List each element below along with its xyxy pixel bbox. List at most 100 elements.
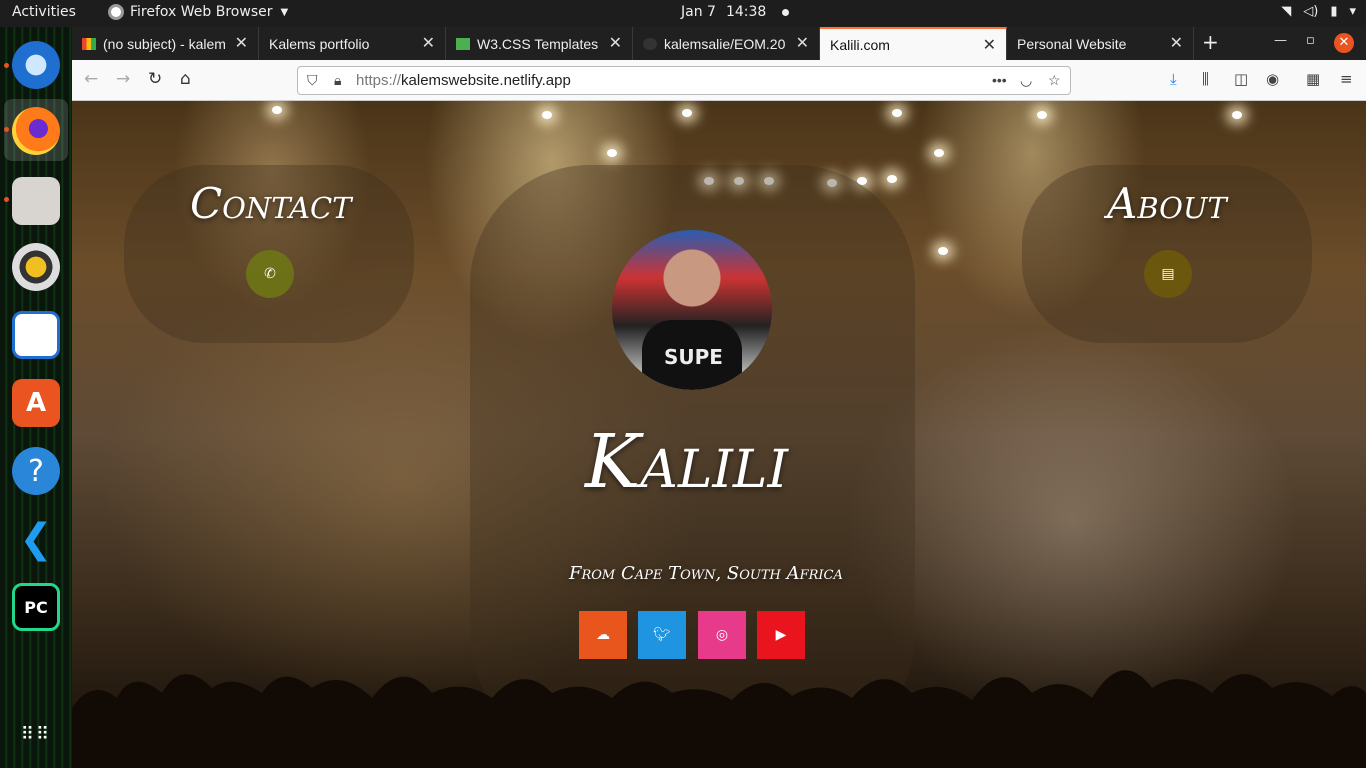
downloads-icon[interactable]: ⤓ [1170,70,1177,88]
navigation-toolbar: ← → ↻ ⌂ ⛉ 🔒︎ https://kalemswebsite.netli… [72,60,1366,101]
system-top-bar: Activities Firefox Web Browser ▼ Jan 7 1… [0,0,1366,27]
instagram-icon: ◎ [715,627,729,643]
url-scheme: https:// [356,72,402,89]
minimize-icon[interactable]: — [1274,33,1287,48]
soundcloud-icon: ☁ [596,627,610,643]
soundcloud-link[interactable]: ☁ [579,611,627,659]
page-viewport: Contact ✆ About ▤ SUPE Kalili From Cape … [72,101,1366,768]
w3schools-icon [456,37,470,50]
help-icon[interactable]: ? [12,447,60,495]
software-icon[interactable]: A [12,379,60,427]
rhythmbox-icon[interactable] [12,243,60,291]
tab-gmail[interactable]: (no subject) - kalem ✕ [72,27,259,60]
firefox-icon[interactable] [12,107,60,155]
stage-light [682,109,692,117]
stage-light [272,106,282,114]
avatar: SUPE [612,230,772,390]
youtube-icon: ▶ [775,627,787,643]
stage-light [938,247,948,255]
id-card-icon: ▤ [1161,266,1175,282]
about-button[interactable]: ▤ [1144,250,1192,298]
reload-icon[interactable]: ↻ [148,69,162,89]
files-icon[interactable] [12,177,60,225]
clock-date: Jan 7 [681,4,716,20]
tab-label: kalemsalie/EOM.20 [664,35,786,52]
stage-light [892,109,902,117]
battery-icon: ▮ [1330,4,1338,19]
page-actions-icon[interactable]: ••• [992,72,1007,88]
shield-icon[interactable]: ⛉ [307,72,318,89]
running-indicator-icon [4,63,9,68]
dock: A ? ❮ PC ⠿⠿ [0,27,72,768]
activities-button[interactable]: Activities [12,4,76,20]
clock[interactable]: Jan 7 14:38 [681,4,790,20]
pycharm-icon[interactable]: PC [12,583,60,631]
stage-light [1232,111,1242,119]
extensions-icon[interactable]: ▦ [1306,70,1320,88]
contact-heading: Contact [190,179,352,228]
account-icon[interactable]: ◉ [1266,70,1279,88]
close-icon[interactable]: ✕ [422,33,435,53]
running-indicator-icon [4,127,9,132]
twitter-icon: 🐦︎ [653,627,671,643]
volume-icon: ◁) [1303,4,1319,19]
site-name: Kalili [585,419,788,505]
caret-down-icon: ▼ [280,6,289,18]
sidebar-icon[interactable]: ◫ [1234,70,1248,88]
address-bar[interactable]: ⛉ 🔒︎ https://kalemswebsite.netlify.app •… [297,66,1071,95]
tab-bar: (no subject) - kalem ✕ Kalems portfolio … [72,27,1366,60]
close-icon[interactable]: ✕ [235,33,248,53]
app-menu-label: Firefox Web Browser [130,4,273,20]
about-heading: About [1107,179,1227,228]
stage-light [542,111,552,119]
github-icon [643,37,657,50]
vscode-icon[interactable]: ❮ [12,515,60,563]
system-tray[interactable]: ◥ ◁) ▮ ▾ [1281,4,1356,19]
back-arrow-icon[interactable]: ← [84,69,98,89]
running-indicator-icon [4,197,9,202]
new-tab-icon[interactable]: + [1202,30,1219,54]
stage-light [934,149,944,157]
firefox-mini-icon [108,4,124,20]
pocket-icon[interactable]: ◡ [1020,72,1032,89]
avatar-shirt-text: SUPE [664,345,723,369]
close-icon[interactable]: ✕ [796,33,809,53]
library-icon[interactable]: ⫼ [1202,70,1209,88]
tagline: From Cape Town, South Africa [569,563,843,584]
maximize-icon[interactable]: ▫ [1306,33,1315,48]
contact-button[interactable]: ✆ [246,250,294,298]
bookmark-star-icon[interactable]: ☆ [1048,72,1061,89]
url-host: kalemswebsite.netlify.app [401,72,571,89]
stage-light [887,175,897,183]
close-icon[interactable]: ✕ [609,33,622,53]
tray-caret-icon: ▾ [1349,4,1356,19]
stage-light [1037,111,1047,119]
url-text: https://kalemswebsite.netlify.app [356,72,571,89]
forward-arrow-icon[interactable]: → [116,69,130,89]
tab-label: Personal Website [1017,35,1127,52]
tab-kalili[interactable]: Kalili.com ✕ [820,27,1007,60]
stage-light [607,149,617,157]
tab-personal-website[interactable]: Personal Website ✕ [1007,27,1194,60]
writer-icon[interactable] [12,311,60,359]
thunderbird-icon[interactable] [12,41,60,89]
tab-w3css-templates[interactable]: W3.CSS Templates ✕ [446,27,633,60]
gmail-icon [82,37,96,50]
home-icon[interactable]: ⌂ [180,69,191,89]
tab-github[interactable]: kalemsalie/EOM.20 ✕ [633,27,820,60]
close-icon[interactable]: ✕ [983,35,996,55]
close-icon[interactable]: ✕ [1170,33,1183,53]
youtube-link[interactable]: ▶ [757,611,805,659]
instagram-link[interactable]: ◎ [698,611,746,659]
tab-label: (no subject) - kalem [103,35,226,52]
app-menu[interactable]: Firefox Web Browser ▼ [108,4,288,20]
menu-hamburger-icon[interactable]: ≡ [1340,70,1353,88]
show-apps-icon[interactable]: ⠿⠿ [12,711,60,759]
tab-label: Kalili.com [830,36,890,53]
window-close-icon[interactable]: ✕ [1334,33,1354,53]
tab-kalems-portfolio[interactable]: Kalems portfolio ✕ [259,27,446,60]
tab-label: Kalems portfolio [269,35,370,52]
twitter-link[interactable]: 🐦︎ [638,611,686,659]
lock-icon[interactable]: 🔒︎ [334,72,341,89]
phone-icon: ✆ [264,266,276,282]
